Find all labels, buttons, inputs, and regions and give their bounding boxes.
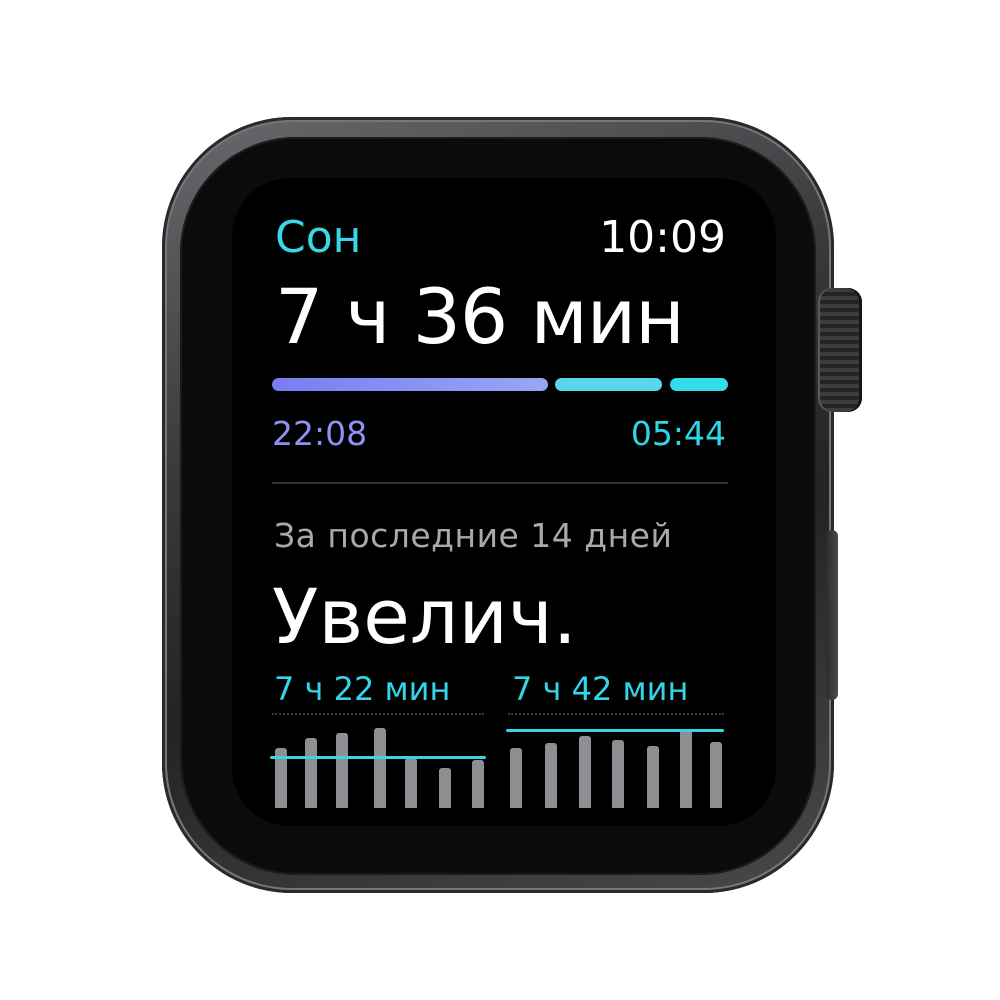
sleep-end-time: 05:44 bbox=[630, 414, 726, 453]
trend-status: Увелич. bbox=[272, 572, 577, 661]
chart-bar bbox=[405, 758, 417, 808]
chart-bar bbox=[305, 738, 317, 808]
sleep-start-time: 22:08 bbox=[272, 414, 368, 453]
current-average: 7 ч 42 мин bbox=[512, 670, 689, 708]
side-button[interactable] bbox=[826, 530, 838, 700]
chart-gridline bbox=[508, 713, 724, 715]
chart-bar bbox=[336, 733, 348, 808]
previous-average: 7 ч 22 мин bbox=[274, 670, 451, 708]
clock: 10:09 bbox=[599, 212, 726, 263]
sleep-bar-segment bbox=[272, 378, 548, 391]
chart-bar bbox=[612, 740, 624, 808]
chart-bar bbox=[680, 730, 692, 808]
chart-bar bbox=[545, 743, 557, 808]
chart-bar bbox=[710, 742, 722, 808]
chart-bar bbox=[510, 748, 522, 808]
chart-bar bbox=[647, 746, 659, 808]
average-line bbox=[506, 729, 724, 732]
sleep-duration: 7 ч 36 мин bbox=[275, 272, 685, 361]
sleep-bar-segment bbox=[670, 378, 728, 391]
divider bbox=[272, 482, 728, 484]
digital-crown-icon[interactable] bbox=[818, 288, 862, 412]
chart-bar bbox=[579, 736, 591, 808]
sleep-bar-segment bbox=[555, 378, 662, 391]
chart-bar bbox=[374, 728, 386, 808]
chart-bar bbox=[439, 768, 451, 808]
app-title[interactable]: Сон bbox=[275, 212, 361, 263]
chart-bar bbox=[472, 760, 484, 808]
average-line bbox=[270, 756, 486, 759]
chart-gridline bbox=[272, 713, 484, 715]
trend-period: За последние 14 дней bbox=[274, 516, 673, 555]
